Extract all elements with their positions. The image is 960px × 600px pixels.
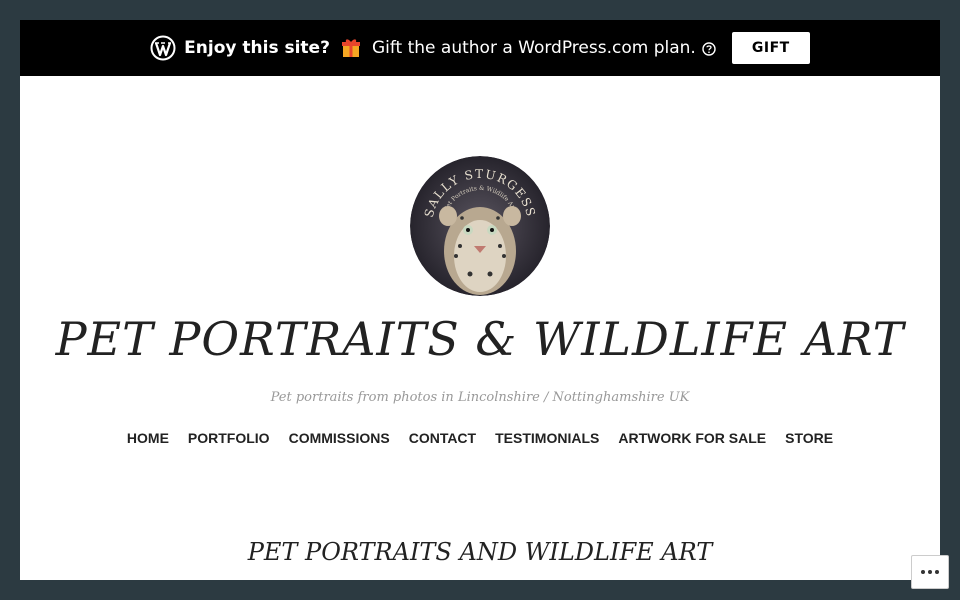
more-options-button[interactable] <box>911 555 949 589</box>
dots-icon <box>921 570 939 574</box>
site-tagline: Pet portraits from photos in Lincolnshir… <box>270 390 690 405</box>
nav-item-artwork-for-sale[interactable]: ARTWORK FOR SALE <box>618 430 766 446</box>
page-title: PET PORTRAITS AND WILDLIFE ART <box>247 538 713 566</box>
gift-emoji-icon <box>340 37 362 59</box>
nav-item-commissions[interactable]: COMMISSIONS <box>289 430 390 446</box>
wordpress-icon <box>150 35 176 61</box>
page-frame: Enjoy this site? Gift the author a WordP… <box>20 20 940 580</box>
nav-item-contact[interactable]: CONTACT <box>409 430 476 446</box>
nav-item-home[interactable]: HOME <box>127 430 169 446</box>
site-title[interactable]: PET PORTRAITS & WILDLIFE ART <box>20 312 940 366</box>
nav-item-portfolio[interactable]: PORTFOLIO <box>188 430 270 446</box>
site-logo[interactable]: SALLY STURGESS Pet Portraits & Wildlife … <box>410 156 550 296</box>
help-icon[interactable] <box>702 41 716 56</box>
gift-banner: Enjoy this site? Gift the author a WordP… <box>20 20 940 76</box>
main-navigation: HOME PORTFOLIO COMMISSIONS CONTACT TESTI… <box>20 430 940 446</box>
banner-gift-text: Gift the author a WordPress.com plan. <box>371 38 696 58</box>
nav-item-store[interactable]: STORE <box>785 430 833 446</box>
nav-item-testimonials[interactable]: TESTIMONIALS <box>495 430 599 446</box>
gift-button[interactable]: GIFT <box>731 32 810 64</box>
banner-enjoy-text: Enjoy this site? <box>184 38 330 58</box>
